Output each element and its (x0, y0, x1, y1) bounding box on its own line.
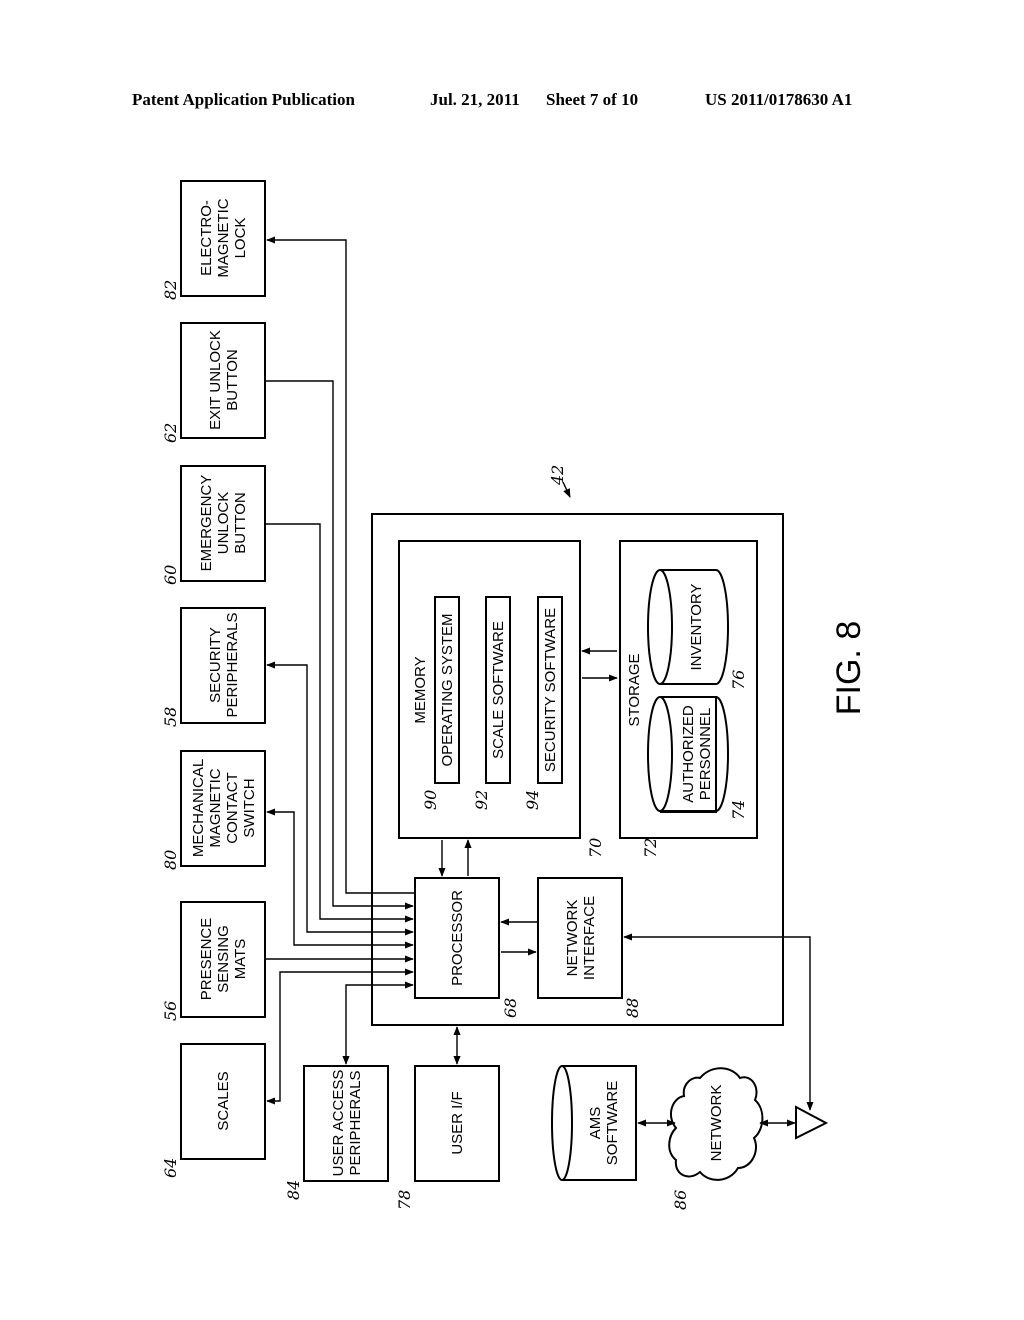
ref-82: 82 (161, 280, 180, 300)
memory-block: MEMORY OPERATING SYSTEM SCALE SOFTWARE S… (398, 540, 605, 858)
emergency-unlock-label-2: UNLOCK (215, 492, 232, 555)
ref-60: 60 (161, 565, 180, 585)
ref-62: 62 (161, 423, 180, 443)
figure-label: FIG. 8 (830, 621, 868, 715)
scales-block: SCALES 64 (161, 1043, 266, 1178)
ref-78: 78 (395, 1190, 414, 1210)
security-peripherals-label-2: PERIPHERALS (224, 612, 241, 717)
ref-68: 68 (501, 998, 520, 1018)
emergency-unlock-button-block: EMERGENCY UNLOCK BUTTON 60 (161, 465, 266, 585)
network-label: NETWORK (708, 1085, 725, 1162)
ref-64: 64 (161, 1158, 180, 1178)
user-if-label: USER I/F (449, 1091, 466, 1154)
user-access-label-2: PERIPHERALS (347, 1070, 364, 1175)
exit-unlock-button-block: EXIT UNLOCK BUTTON 62 (161, 322, 266, 443)
inventory-label: INVENTORY (688, 584, 705, 671)
contact-switch-label-3: CONTACT (224, 772, 241, 843)
ref-92: 92 (472, 790, 491, 810)
ref-86: 86 (671, 1190, 690, 1210)
electromagnetic-lock-label-1: ELECTRO- (198, 200, 215, 276)
network-interface-label-1: NETWORK (564, 900, 581, 977)
electromagnetic-lock-block: ELECTRO- MAGNETIC LOCK 82 (161, 180, 266, 300)
ref-84: 84 (284, 1180, 303, 1200)
ref-56: 56 (161, 1001, 180, 1021)
electromagnetic-lock-label-3: LOCK (232, 218, 249, 259)
security-peripherals-block: SECURITY PERIPHERALS 58 (161, 607, 266, 727)
scale-software-label: SCALE SOFTWARE (490, 621, 507, 759)
user-if-block: USER I/F 78 (395, 1065, 500, 1210)
emergency-unlock-label-3: BUTTON (232, 492, 249, 553)
user-access-label-1: USER ACCESS (330, 1070, 347, 1177)
antenna-icon (795, 1105, 829, 1140)
ams-software-label-1: AMS (587, 1107, 604, 1140)
contact-switch-label-1: MECHANICAL (190, 759, 207, 857)
ref-74: 74 (729, 800, 748, 820)
emergency-unlock-label-1: EMERGENCY (198, 475, 215, 572)
storage-title: STORAGE (626, 653, 643, 726)
security-peripherals-label-1: SECURITY (207, 627, 224, 703)
scales-label: SCALES (215, 1071, 232, 1130)
network-cloud: NETWORK 86 (668, 1067, 764, 1210)
authorized-personnel-label-2: PERSONNEL (697, 708, 714, 801)
presence-mats-label-3: MATS (232, 939, 249, 980)
ref-80: 80 (161, 850, 180, 870)
contact-switch-label-2: MAGNETIC (207, 768, 224, 847)
operating-system-label: OPERATING SYSTEM (439, 613, 456, 766)
electromagnetic-lock-label-2: MAGNETIC (215, 198, 232, 277)
presence-mats-label-1: PRESENCE (198, 918, 215, 1001)
ref-94: 94 (523, 790, 542, 810)
ams-software-label-2: SOFTWARE (604, 1081, 621, 1165)
contact-switch-label-4: SWITCH (241, 778, 258, 837)
ref-72: 72 (641, 838, 660, 858)
ref-76: 76 (729, 670, 748, 690)
ref-42: 42 (548, 465, 567, 486)
processor-label: PROCESSOR (449, 890, 466, 986)
exit-unlock-label-1: EXIT UNLOCK (207, 330, 224, 430)
user-access-peripherals-block: USER ACCESS PERIPHERALS 84 (284, 1065, 389, 1200)
presence-mats-label-2: SENSING (215, 925, 232, 993)
ref-58: 58 (161, 707, 180, 727)
storage-block: STORAGE AUTHORIZED PERSONNEL 74 INVENTOR… (619, 540, 758, 858)
ref-70: 70 (586, 838, 605, 858)
memory-title: MEMORY (412, 656, 429, 723)
ref-88: 88 (623, 998, 642, 1018)
network-interface-label-2: INTERFACE (581, 896, 598, 980)
figure-8-diagram: ELECTRO- MAGNETIC LOCK 82 EXIT UNLOCK BU… (161, 180, 868, 1210)
mechanical-magnetic-contact-switch-block: MECHANICAL MAGNETIC CONTACT SWITCH 80 (161, 750, 266, 870)
ref-90: 90 (421, 790, 440, 810)
authorized-personnel-label-1: AUTHORIZED (680, 705, 697, 803)
ams-software-database: AMS SOFTWARE (551, 1065, 637, 1181)
exit-unlock-label-2: BUTTON (224, 349, 241, 410)
presence-sensing-mats-block: PRESENCE SENSING MATS 56 (161, 901, 266, 1021)
security-software-label: SECURITY SOFTWARE (542, 608, 559, 772)
